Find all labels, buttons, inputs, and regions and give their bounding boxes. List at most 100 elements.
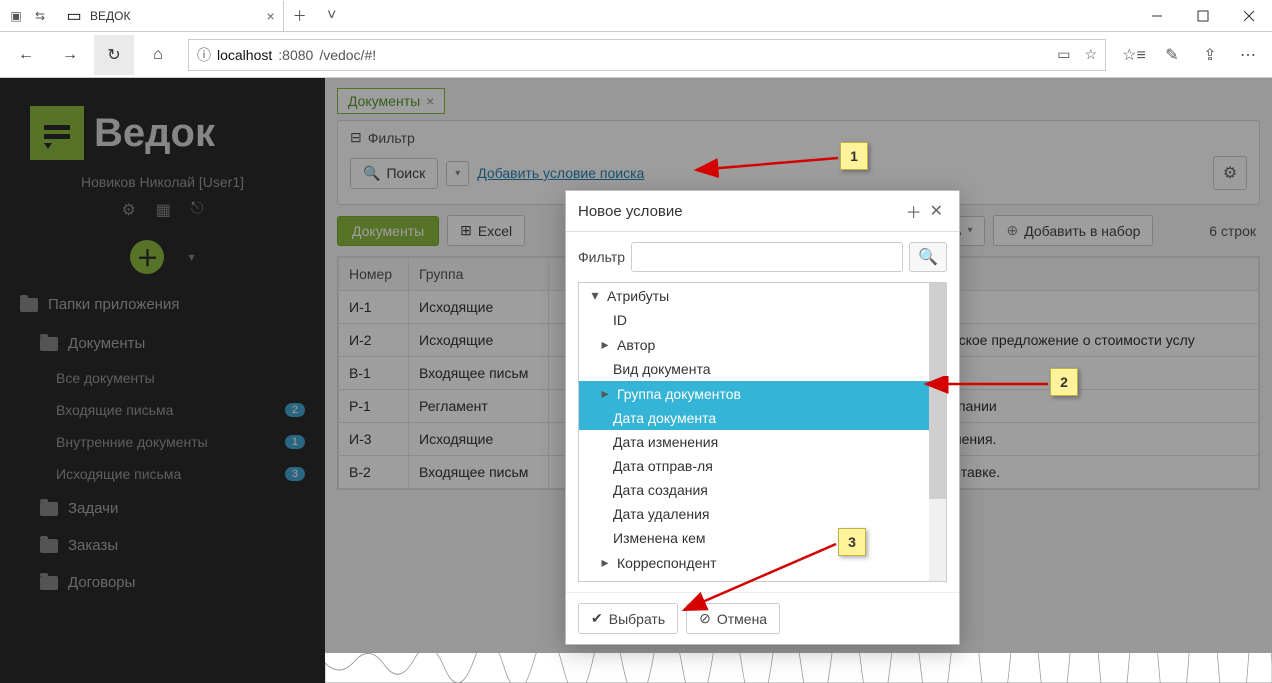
sidebar-subitem[interactable]: Внутренние документы1 [0,426,325,458]
browser-tab[interactable]: ▭ ВЕДОК × [56,1,284,31]
sidebar-subitem[interactable]: Входящие письма2 [0,394,325,426]
search-button[interactable]: 🔍 Поиск [350,158,438,189]
content-tab-documents[interactable]: Документы × [337,88,445,114]
sidebar-item-tasks[interactable]: Задачи [0,490,325,527]
reading-view-icon[interactable]: ▭ [1057,46,1070,63]
address-input[interactable]: ⓘ localhost:8080/vedoc/#! ▭ ☆ [188,39,1106,71]
url-port: :8080 [278,47,313,63]
cancel-button[interactable]: ⊘Отмена [686,603,780,634]
documents-action-button[interactable]: Документы [337,216,439,246]
filter-settings-button[interactable]: ⚙ [1213,156,1247,190]
add-to-set-button[interactable]: ⊕Добавить в набор [993,215,1153,246]
close-icon[interactable]: × [426,93,434,109]
row-count-label: 6 строк [1209,223,1260,239]
tree-scrollbar[interactable] [929,283,946,581]
favorites-bar-icon[interactable]: ☆≡ [1116,37,1152,73]
section-label: Папки приложения [48,296,179,313]
share-icon[interactable]: ⇪ [1192,37,1228,73]
tree-item[interactable]: Дата документа [579,406,929,430]
excel-icon: ⊞ [460,222,472,239]
chevron-down-icon: ▾ [967,225,972,236]
history-icon[interactable]: ⇆ [32,8,48,24]
add-document-button[interactable]: ＋ ▾ [0,240,325,274]
sidebar-item-documents[interactable]: Документы [0,325,325,362]
tree-item[interactable]: Изменена кем [579,526,946,550]
cell-number: В-2 [339,456,409,489]
folder-icon [40,337,58,351]
plus-icon: ＋ [130,240,164,274]
tree-item[interactable]: Вид документа [579,357,946,381]
expand-icon[interactable]: ▸ [599,385,611,402]
apps-icon[interactable]: ▦ [156,200,171,220]
tree-item-label: Автор [617,337,655,353]
cancel-button-label: Отмена [717,611,767,627]
filter-search-button[interactable]: 🔍 [909,242,947,272]
excel-label: Excel [478,223,512,239]
tree-item[interactable]: ▸Корреспондент [579,550,946,575]
expand-icon[interactable]: ▾ [589,287,601,304]
close-modal-icon[interactable]: ✕ [926,201,947,221]
sidebar-subitem[interactable]: Исходящие письма3 [0,458,325,490]
folder-icon [40,539,58,553]
cell-number: И-1 [339,291,409,324]
sidebar-item-contracts[interactable]: Договоры [0,564,325,601]
col-group[interactable]: Группа [409,258,549,291]
excel-export-button[interactable]: ⊞ Excel [447,215,525,246]
cell-number: И-2 [339,324,409,357]
forward-button[interactable]: → [50,35,90,75]
notes-icon[interactable]: ✎ [1154,37,1190,73]
tree-item[interactable]: ID [579,308,946,332]
tree-item[interactable]: ▸ Автор [579,332,946,357]
select-button[interactable]: ✔Выбрать [578,603,678,634]
home-button[interactable]: ⌂ [138,35,178,75]
tree-item-label: Дата изменения [613,434,718,450]
app-logo: Ведок [0,78,325,170]
torn-edge-decoration [325,653,1272,683]
refresh-button[interactable]: ↻ [94,35,134,75]
sidebar-item-label: Исходящие письма [56,466,181,482]
more-icon[interactable]: ⋯ [1230,37,1266,73]
gear-icon[interactable]: ⚙ [121,200,135,220]
sidebar-item-orders[interactable]: Заказы [0,527,325,564]
cell-group: Регламент [409,390,549,423]
logout-icon[interactable]: ⎋ [191,200,204,220]
maximize-button[interactable] [1180,0,1226,32]
url-path: /vedoc/#! [319,47,376,63]
search-dropdown-button[interactable]: ▾ [446,161,469,186]
expand-icon[interactable]: ▸ [599,336,611,353]
minimize-button[interactable] [1134,0,1180,32]
sidebar-subitem[interactable]: Все документы [0,362,325,394]
close-tab-icon[interactable]: × [266,8,274,24]
sidebar: Ведок Новиков Николай [User1] ⚙ ▦ ⎋ ＋ ▾ … [0,78,325,683]
tree-item[interactable]: Дата отправ-ля [579,454,946,478]
tree-item[interactable]: ▸Группа документов [579,381,929,406]
sidebar-section-apps[interactable]: Папки приложения [0,284,325,325]
tree-item[interactable]: Дата удаления [579,502,946,526]
tab-chevron-icon[interactable]: ˅ [316,7,348,25]
expand-icon[interactable]: ▸ [599,554,611,571]
maximize-modal-icon[interactable]: ＋ [902,199,926,223]
gear-icon: ⚙ [1223,163,1237,183]
tree-item-label: Дата отправ-ля [613,458,713,474]
col-number[interactable]: Номер [339,258,409,291]
tree-item-label: Вид документа [613,361,710,377]
back-button[interactable]: ← [6,35,46,75]
check-icon: ✔ [591,610,603,627]
tree-item[interactable]: Дата изменения [579,430,946,454]
count-badge: 2 [285,403,305,417]
new-tab-button[interactable]: ＋ [284,6,316,26]
favorite-icon[interactable]: ☆ [1084,46,1097,63]
tree-root[interactable]: ▾ Атрибуты [579,283,946,308]
cell-group: Исходящие [409,423,549,456]
tree-item[interactable]: Дата создания [579,478,946,502]
scrollbar-thumb[interactable] [929,283,946,499]
tree-item[interactable]: Номер [579,575,946,582]
close-window-button[interactable] [1226,0,1272,32]
filter-input[interactable] [631,242,903,272]
add-condition-link[interactable]: Добавить условие поиска [477,165,644,181]
search-button-label: Поиск [386,165,425,181]
sidebar-item-label: Внутренние документы [56,434,208,450]
collapse-icon[interactable]: ⊟ [350,129,362,146]
sidebar-item-label: Договоры [68,574,135,591]
tree-item-label: Номер [613,579,656,582]
